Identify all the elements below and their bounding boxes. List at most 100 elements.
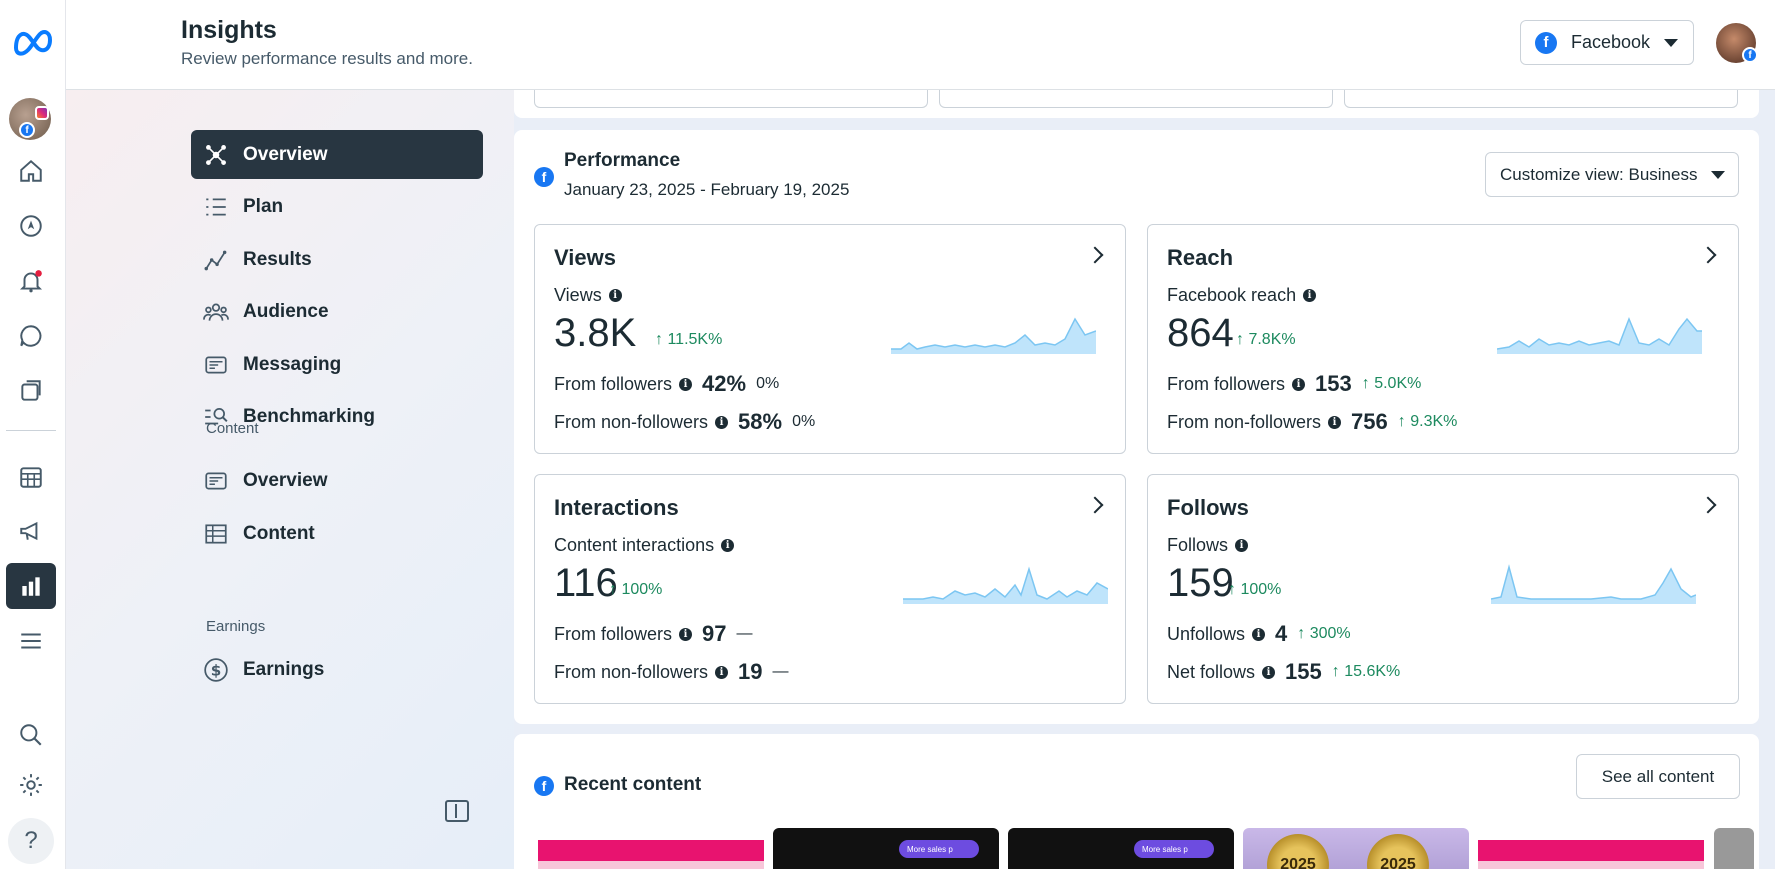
summary-strip	[514, 90, 1759, 118]
info-icon[interactable]: i	[679, 627, 693, 641]
summary-box	[1344, 90, 1738, 108]
content-thumbnail[interactable]: More sales p	[773, 828, 999, 869]
calendar-table-icon[interactable]	[6, 454, 56, 500]
card-title: Follows	[1167, 495, 1249, 520]
insights-bar-chart-icon[interactable]	[6, 563, 56, 609]
svg-text:$: $	[211, 661, 222, 679]
info-icon[interactable]: i	[679, 377, 693, 391]
net-follows-row: Net follows i 155 ↑ 15.6K%	[1167, 659, 1401, 684]
compass-icon[interactable]	[6, 203, 56, 249]
chevron-down-icon	[1664, 38, 1679, 47]
info-icon[interactable]: i	[1292, 377, 1306, 391]
earnings-section-label: Earnings	[206, 618, 266, 635]
sidebar-item-plan[interactable]: Plan	[191, 182, 483, 231]
reach-card[interactable]: Reach Facebook reach i 864 ↑ 7.8K% From f…	[1147, 224, 1739, 454]
chat-bubble-icon[interactable]	[6, 313, 56, 359]
profile-avatar[interactable]: f	[1716, 23, 1758, 63]
from-non-followers-row: From non-followers i 19—	[554, 659, 789, 684]
sidebar-item-earnings[interactable]: $ Earnings	[191, 645, 483, 694]
notifications-bell-icon[interactable]	[6, 258, 56, 304]
interactions-card[interactable]: Interactions Content interactions i 116 ↑…	[534, 474, 1126, 704]
info-icon[interactable]: i	[1303, 289, 1317, 302]
sidebar-item-label: Messaging	[243, 353, 342, 375]
sidebar-item-label: Audience	[243, 300, 329, 322]
thumbnail-year-badge: 2025	[1367, 834, 1429, 869]
chevron-right-icon[interactable]	[1699, 246, 1717, 264]
meta-logo-icon[interactable]	[10, 24, 56, 58]
from-followers-row: From followers i 97—	[554, 621, 753, 646]
home-icon[interactable]	[6, 148, 56, 194]
settings-gear-icon[interactable]	[6, 762, 56, 808]
left-rail: f ?	[0, 0, 66, 869]
sidebar-item-label: Plan	[243, 195, 284, 217]
page-avatar[interactable]: f	[9, 98, 51, 140]
content-overview-icon	[205, 472, 227, 489]
metric-label: Views i	[554, 285, 622, 306]
follows-sparkline	[1491, 564, 1696, 604]
sidebar-item-results[interactable]: Results	[191, 235, 483, 284]
reach-sparkline	[1497, 316, 1702, 354]
customize-view-dropdown[interactable]: Customize view: Business	[1485, 152, 1739, 197]
interactions-sparkline	[903, 566, 1108, 604]
facebook-badge-icon: f	[1742, 47, 1758, 63]
content-thumbnail[interactable]: 2025 2025	[1243, 828, 1469, 869]
account-switcher-button[interactable]: f Facebook	[1520, 20, 1694, 65]
from-non-followers-row: From non-followers i 58% 0%	[554, 409, 816, 434]
date-range: January 23, 2025 - February 19, 2025	[564, 180, 850, 199]
sidebar-item-overview[interactable]: Overview	[191, 130, 483, 179]
page-subtitle: Review performance results and more.	[181, 49, 473, 68]
info-icon[interactable]: i	[715, 665, 729, 679]
sidebar-item-content[interactable]: Content	[191, 509, 483, 558]
from-non-followers-row: From non-followers i 756 ↑ 9.3K%	[1167, 409, 1458, 434]
metric-delta: ↑ 11.5K%	[655, 331, 723, 348]
results-icon	[204, 250, 227, 270]
facebook-badge-icon: f	[19, 122, 35, 138]
top-header: Insights Review performance results and …	[66, 0, 1775, 90]
sidebar-item-label: Earnings	[243, 658, 325, 680]
summary-box	[939, 90, 1333, 108]
sidebar-item-label: Benchmarking	[243, 405, 375, 427]
metric-value: 159	[1167, 561, 1234, 605]
metric-delta: ↑ 100%	[1228, 581, 1282, 598]
thumbnail-caption-pill: More sales p	[899, 840, 979, 858]
views-card[interactable]: Views Views i 3.8K ↑ 11.5K% From follower…	[534, 224, 1126, 454]
chevron-right-icon[interactable]	[1086, 496, 1104, 514]
megaphone-icon[interactable]	[6, 508, 56, 554]
facebook-icon: f	[1535, 31, 1557, 54]
customize-view-label: Customize view: Business	[1500, 164, 1698, 184]
recent-content-title: Recent content	[564, 774, 702, 795]
see-all-content-button[interactable]: See all content	[1576, 754, 1740, 799]
sidebar-item-label: Overview	[243, 469, 328, 491]
card-title: Views	[554, 245, 616, 270]
search-icon[interactable]	[6, 712, 56, 758]
info-icon[interactable]: i	[715, 415, 729, 429]
info-icon[interactable]: i	[1328, 415, 1342, 429]
info-icon[interactable]: i	[1235, 539, 1249, 552]
facebook-icon: f	[534, 776, 554, 796]
content-thumbnail[interactable]	[1714, 828, 1754, 869]
collapse-sidebar-icon[interactable]	[445, 800, 469, 822]
content-thumbnail[interactable]: More sales p	[1008, 828, 1234, 869]
help-icon[interactable]: ?	[8, 818, 54, 864]
info-icon[interactable]: i	[608, 289, 622, 302]
sidebar-item-audience[interactable]: Audience	[191, 287, 483, 336]
chevron-right-icon[interactable]	[1086, 246, 1104, 264]
content-thumbnail[interactable]	[1478, 828, 1704, 869]
content-section-label: Content	[206, 420, 259, 437]
sidebar-item-messaging[interactable]: Messaging	[191, 340, 483, 389]
follows-card[interactable]: Follows Follows i 159 ↑ 100% Unfollows i 4 ↑…	[1147, 474, 1739, 704]
metric-value: 864	[1167, 311, 1234, 355]
content-thumbnail[interactable]	[538, 828, 764, 869]
facebook-icon: f	[534, 167, 554, 187]
pages-stack-icon[interactable]	[6, 368, 56, 414]
sidebar-item-content-overview[interactable]: Overview	[191, 456, 483, 505]
menu-icon[interactable]	[6, 618, 56, 664]
thumbnail-caption-pill: More sales p	[1134, 840, 1214, 858]
instagram-badge-icon	[35, 106, 49, 120]
info-icon[interactable]: i	[721, 539, 735, 552]
info-icon[interactable]: i	[1262, 665, 1276, 679]
from-followers-row: From followers i 42% 0%	[554, 371, 780, 396]
info-icon[interactable]: i	[1252, 627, 1266, 641]
dollar-icon: $	[204, 657, 228, 682]
chevron-right-icon[interactable]	[1699, 496, 1717, 514]
